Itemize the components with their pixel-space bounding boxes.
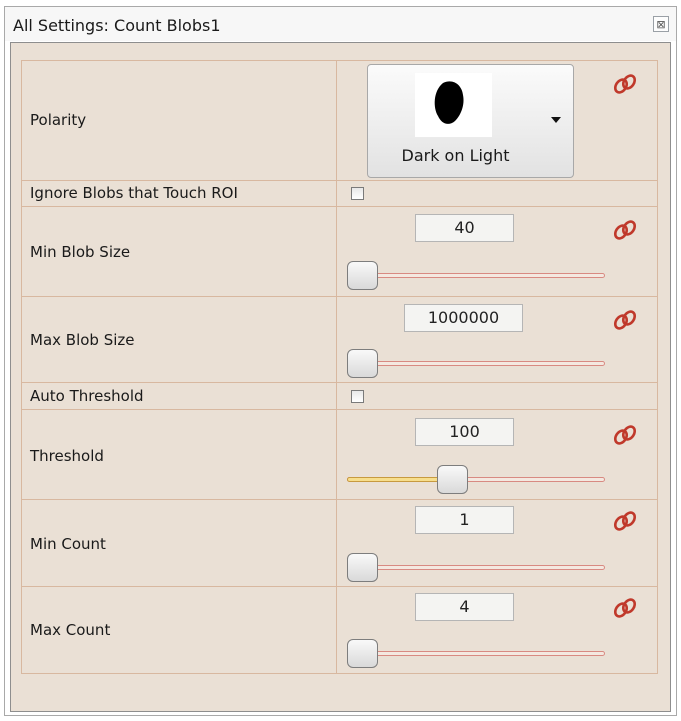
polarity-value: Dark on Light [401,146,510,165]
link-icon[interactable] [611,219,639,241]
title-bar[interactable]: All Settings: Count Blobs1 ⊠ [5,7,676,41]
threshold-input[interactable]: 100 [415,418,514,446]
settings-grid: Polarity Dark on Light Ignore Blobs that… [21,60,658,674]
link-icon[interactable] [611,309,639,331]
slider-fill [347,477,447,482]
settings-window: All Settings: Count Blobs1 ⊠ Polarity Da… [4,6,677,716]
max-blob-size-input[interactable]: 1000000 [404,304,523,332]
slider-track[interactable] [347,565,605,570]
window-title: All Settings: Count Blobs1 [13,16,221,35]
setting-label: Ignore Blobs that Touch ROI [30,184,238,202]
setting-label: Threshold [30,447,104,465]
link-icon[interactable] [611,73,639,95]
setting-row-polarity: Polarity Dark on Light [22,61,658,181]
max-blob-size-slider-thumb[interactable] [347,349,378,378]
link-icon[interactable] [611,510,639,532]
link-icon[interactable] [611,424,639,446]
slider-track[interactable] [347,651,605,656]
link-icon[interactable] [611,597,639,619]
setting-row-ignore-blobs: Ignore Blobs that Touch ROI [22,181,658,207]
setting-row-max-count: Max Count 4 [22,587,658,674]
setting-row-auto-threshold: Auto Threshold [22,383,658,410]
min-blob-size-input[interactable]: 40 [415,214,514,242]
setting-row-min-count: Min Count 1 [22,500,658,587]
dark-blob-icon [415,73,492,137]
setting-label: Max Count [30,621,111,639]
close-icon[interactable]: ⊠ [653,16,669,32]
setting-label: Min Blob Size [30,243,131,261]
threshold-slider-thumb[interactable] [437,465,468,494]
setting-row-threshold: Threshold 100 [22,410,658,500]
ignore-blobs-checkbox[interactable] [351,187,364,200]
chevron-down-icon[interactable] [551,117,561,123]
setting-label: Polarity [30,111,87,129]
slider-track[interactable] [347,361,605,366]
min-count-slider-thumb[interactable] [347,553,378,582]
setting-row-max-blob-size: Max Blob Size 1000000 [22,297,658,383]
max-count-input[interactable]: 4 [415,593,514,621]
setting-label: Max Blob Size [30,331,135,349]
slider-track[interactable] [347,273,605,278]
min-blob-size-slider-thumb[interactable] [347,261,378,290]
setting-row-min-blob-size: Min Blob Size 40 [22,207,658,297]
setting-label: Auto Threshold [30,387,144,405]
polarity-dropdown[interactable]: Dark on Light [367,64,574,178]
setting-label: Min Count [30,535,106,553]
auto-threshold-checkbox[interactable] [351,390,364,403]
min-count-input[interactable]: 1 [415,506,514,534]
max-count-slider-thumb[interactable] [347,639,378,668]
settings-panel: Polarity Dark on Light Ignore Blobs that… [10,42,671,712]
